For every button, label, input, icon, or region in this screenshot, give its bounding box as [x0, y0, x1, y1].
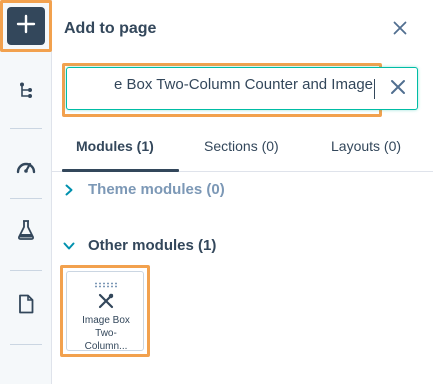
tab-layouts[interactable]: Layouts (0) [331, 138, 401, 154]
text-caret [374, 79, 375, 99]
tab-sections[interactable]: Sections (0) [204, 138, 279, 154]
module-card-label: Image Box Two- Column... [82, 315, 130, 352]
section-other-modules[interactable]: Other modules (1) [62, 237, 216, 254]
rail-divider [10, 344, 42, 345]
section-label: Other modules (1) [88, 237, 217, 254]
close-panel-button[interactable] [390, 20, 410, 40]
left-rail [0, 0, 52, 384]
plus-icon [15, 13, 37, 40]
tab-modules[interactable]: Modules (1) [76, 138, 154, 154]
module-card-image-box[interactable]: Image Box Two- Column... [66, 271, 144, 352]
tab-bar: Modules (1) Sections (0) Layouts (0) [52, 124, 433, 172]
active-tab-indicator [62, 169, 179, 172]
flask-icon[interactable] [10, 214, 42, 246]
add-button[interactable] [7, 7, 45, 45]
panel-title: Add to page [64, 20, 157, 37]
gauge-icon[interactable] [10, 150, 42, 182]
search-input[interactable]: e Box Two-Column Counter and Image [69, 76, 373, 102]
section-label: Theme modules (0) [88, 181, 225, 198]
add-to-page-panel: Add to page e Box Two-Column Counter and… [52, 0, 433, 384]
rail-divider [10, 128, 42, 129]
section-theme-modules[interactable]: Theme modules (0) [62, 181, 225, 198]
chevron-right-icon [62, 183, 76, 197]
drag-handle-icon[interactable] [94, 282, 118, 288]
clear-search-button[interactable] [387, 78, 409, 100]
close-icon [390, 79, 406, 100]
search-field: e Box Two-Column Counter and Image [66, 67, 418, 110]
close-icon [393, 21, 407, 40]
rail-divider [10, 270, 42, 271]
tree-structure-icon[interactable] [10, 74, 42, 106]
rail-divider [10, 198, 42, 199]
wrench-screwdriver-icon [97, 292, 115, 310]
chevron-down-icon [62, 239, 76, 253]
add-button-highlight [0, 0, 52, 52]
document-icon[interactable] [10, 288, 42, 320]
